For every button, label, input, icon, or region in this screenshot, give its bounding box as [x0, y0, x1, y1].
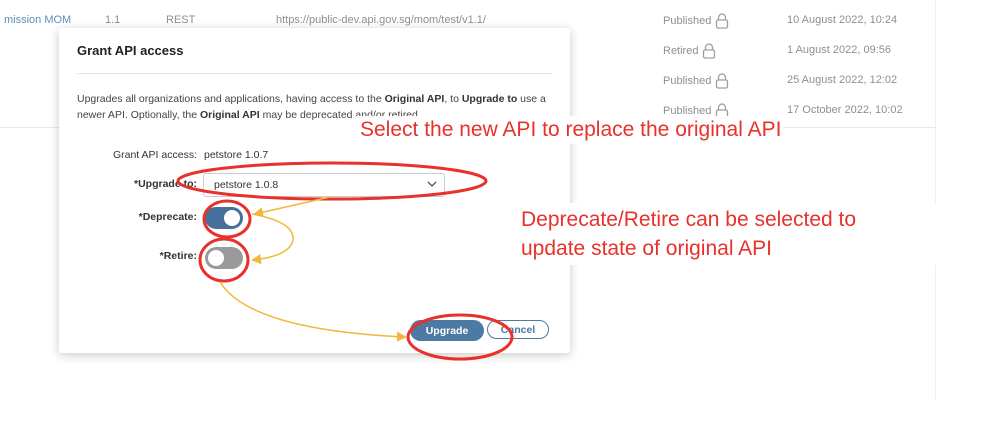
upgrade-to-value: petstore 1.0.8	[214, 179, 279, 191]
date-cell: 1 August 2022, 09:56	[787, 44, 891, 56]
status-text: Published	[663, 74, 712, 87]
api-url: https://public-dev.api.gov.sg/mom/test/v…	[276, 14, 486, 26]
panel-border	[935, 0, 936, 400]
modal-divider	[77, 73, 552, 74]
annotation-callout-upgrade: Select the new API to replace the origin…	[356, 116, 786, 144]
date-cell: 17 October 2022, 10:02	[787, 104, 903, 116]
desc-text: Upgrades all organizations and applicati…	[77, 93, 385, 105]
status-cell: Published	[663, 13, 729, 29]
annotation-line: update state of original API	[521, 237, 773, 260]
grant-api-access-value: petstore 1.0.7	[204, 149, 269, 161]
toggle-knob	[224, 210, 240, 226]
desc-bold: Original API	[199, 109, 260, 121]
desc-text: , to	[444, 93, 462, 105]
date-cell: 25 August 2022, 12:02	[787, 74, 898, 86]
cancel-button[interactable]: Cancel	[487, 320, 549, 339]
lock-icon	[702, 43, 716, 59]
api-type: REST	[166, 14, 196, 26]
annotation-callout-state: Deprecate/Retire can be selected to upda…	[521, 203, 951, 265]
status-text: Retired	[663, 44, 699, 57]
upgrade-to-select[interactable]: petstore 1.0.8	[203, 173, 445, 197]
lock-icon	[715, 13, 729, 29]
upgrade-to-label: *Upgrade to:	[134, 178, 197, 190]
date-cell: 10 August 2022, 10:24	[787, 14, 898, 26]
annotation-line: Deprecate/Retire can be selected to	[521, 208, 857, 231]
api-version: 1.1	[105, 14, 121, 26]
deprecate-toggle[interactable]	[205, 207, 243, 229]
desc-bold: Original API	[384, 93, 445, 105]
modal-title: Grant API access	[77, 43, 184, 58]
retire-label: *Retire:	[159, 250, 197, 262]
desc-bold: Upgrade to	[461, 93, 518, 105]
upgrade-button[interactable]: Upgrade	[410, 320, 484, 341]
deprecate-label: *Deprecate:	[138, 211, 197, 223]
toggle-knob	[208, 250, 224, 266]
status-cell: Published	[663, 73, 729, 89]
status-text: Published	[663, 14, 712, 27]
retire-toggle[interactable]	[205, 247, 243, 269]
grant-api-access-label: Grant API access:	[112, 149, 197, 161]
lock-icon	[715, 73, 729, 89]
chevron-down-icon	[426, 178, 438, 190]
status-cell: Retired	[663, 43, 716, 59]
grant-api-access-modal: Grant API access Upgrades all organizati…	[59, 28, 570, 353]
api-name-link[interactable]: mission MOM	[4, 14, 71, 26]
